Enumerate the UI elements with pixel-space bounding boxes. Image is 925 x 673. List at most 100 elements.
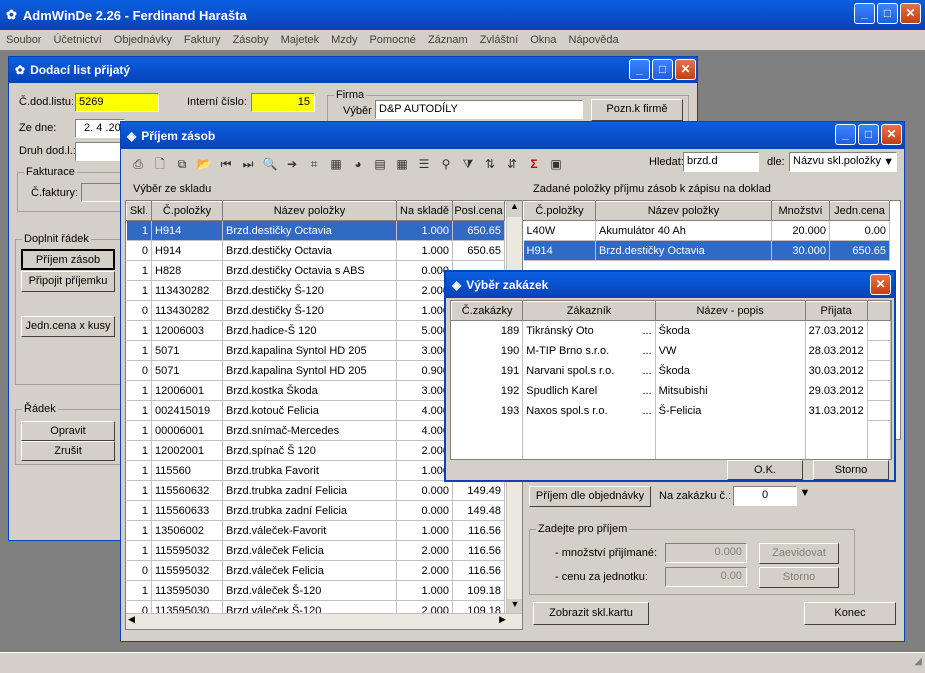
prijem-zasob-button[interactable]: Příjem zásob xyxy=(21,249,115,270)
zakazky-column-header[interactable]: Č.zakázky xyxy=(451,301,524,321)
table-row[interactable]: 1 115560633 Brzd.trubka zadní Felicia 0.000… xyxy=(126,500,505,521)
dodaci-maximize-button[interactable]: □ xyxy=(652,59,673,80)
interni-field[interactable]: 15 xyxy=(251,93,315,112)
list-icon[interactable]: ☰ xyxy=(414,154,434,174)
sklad-column-header[interactable]: Č.položky xyxy=(151,201,223,221)
table-row[interactable]: 191 Narvani spol.s r.o.... Škoda 30.03.2012 xyxy=(451,360,891,381)
menu-item[interactable]: Majetek xyxy=(275,34,326,46)
menu-item[interactable]: Zvláštní xyxy=(474,34,525,46)
table-row[interactable]: 0 H914 Brzd.destičky Octavia 1.000 650.65 xyxy=(126,240,505,261)
scroll-up-icon[interactable]: ▲ xyxy=(507,201,522,217)
new-document-icon[interactable]: 🗋 xyxy=(150,154,170,174)
menu-item[interactable]: Účetnictví xyxy=(47,34,107,46)
select-icon[interactable]: ⌗ xyxy=(304,154,324,174)
app-minimize-button[interactable]: _ xyxy=(854,3,875,24)
pozn-firme-button[interactable]: Pozn.k firmě xyxy=(591,99,683,121)
app-maximize-button[interactable]: □ xyxy=(877,3,898,24)
report-icon[interactable]: ▤ xyxy=(370,154,390,174)
table-row[interactable]: 1 113595030 Brzd.váleček Š-120 1.000 109.18 xyxy=(126,580,505,601)
table-row[interactable]: 1 115595032 Brzd.váleček Felicia 2.000 116.5… xyxy=(126,540,505,561)
zakazky-storno-button[interactable]: Storno xyxy=(813,460,889,480)
sklad-hscrollbar[interactable]: ◀ ▶ xyxy=(126,613,522,629)
zadane-column-header[interactable]: Název položky xyxy=(595,201,772,221)
table-row[interactable]: L40W Akumulátor 40 Ah 20.000 0.00 xyxy=(523,220,890,241)
menu-item[interactable]: Záznam xyxy=(422,34,474,46)
zakazky-column-header[interactable]: Zákazník xyxy=(522,301,656,321)
sklad-column-header[interactable]: Na skladě xyxy=(396,201,453,221)
print-icon[interactable]: ⎙ xyxy=(128,154,148,174)
pripojit-prijemku-button[interactable]: Připojit příjemku xyxy=(21,271,115,292)
table-row[interactable]: 0 115595032 Brzd.váleček Felicia 2.000 116.5… xyxy=(126,560,505,581)
jedn-cena-button[interactable]: Jedn.cena x kusy xyxy=(21,316,115,337)
druh-field[interactable] xyxy=(75,142,125,161)
export-icon[interactable]: ▦ xyxy=(326,154,346,174)
zadane-column-header[interactable]: Množství xyxy=(771,201,830,221)
table-row[interactable]: 193 Naxos spol.s r.o.... Š-Felicia 31.03.20… xyxy=(451,400,891,421)
table-row[interactable]: 190 M-TIP Brno s.r.o.... VW 28.03.2012 xyxy=(451,340,891,361)
zakazky-ok-button[interactable]: O.K. xyxy=(727,460,803,480)
sort-asc-icon[interactable]: ⇅ xyxy=(480,154,500,174)
hledat-field[interactable]: brzd.d xyxy=(683,152,759,172)
konec-button[interactable]: Konec xyxy=(804,602,896,625)
pie-chart-icon[interactable]: ◕ xyxy=(348,154,368,174)
cfaktury-field[interactable] xyxy=(81,183,121,202)
na-zakazku-dropdown-icon[interactable]: ▼ xyxy=(797,487,813,505)
menu-item[interactable]: Objednávky xyxy=(108,34,178,46)
firma-vyber-field[interactable]: D&P AUTODÍLY xyxy=(375,100,583,119)
calculator-icon[interactable]: ▣ xyxy=(546,154,566,174)
sklad-column-header[interactable]: Posl.cena xyxy=(452,201,505,221)
first-record-icon[interactable]: ⏮ xyxy=(216,154,236,174)
zobrazit-skl-kartu-button[interactable]: Zobrazit skl.kartu xyxy=(533,602,649,625)
menu-item[interactable]: Pomocné xyxy=(363,34,421,46)
zedne-field[interactable]: 2. 4 .20 xyxy=(75,119,125,138)
prijem-dle-objednavky-button[interactable]: Příjem dle objednávky xyxy=(529,486,651,507)
resize-grip-icon[interactable]: ◢ xyxy=(914,656,922,667)
binoculars-icon[interactable]: ⚲ xyxy=(436,154,456,174)
zakazky-grid[interactable]: Č.zakázky Zákazník Název - popis Přijata 18… xyxy=(450,300,892,460)
cena-field[interactable]: 0.00 xyxy=(665,567,747,587)
prijem-minimize-button[interactable]: _ xyxy=(835,124,856,145)
zadane-column-header[interactable]: Č.položky xyxy=(523,201,596,221)
na-zakazku-field[interactable]: 0 xyxy=(733,486,797,506)
dle-select[interactable]: Názvu skl.položky ▼ xyxy=(789,152,897,172)
filter-icon[interactable]: ⧩ xyxy=(458,154,478,174)
storno-prijem-button[interactable]: Storno xyxy=(759,567,839,588)
mnozstvi-field[interactable]: 0.000 xyxy=(665,543,747,563)
table-icon[interactable]: ▦ xyxy=(392,154,412,174)
zakazky-close-button[interactable]: ✕ xyxy=(870,274,891,295)
zrusit-button[interactable]: Zrušit xyxy=(21,441,115,461)
zadane-column-header[interactable]: Jedn.cena xyxy=(829,201,890,221)
zaevidovat-button[interactable]: Zaevidovat xyxy=(759,543,839,564)
search-icon[interactable]: 🔍 xyxy=(260,154,280,174)
copy-icon[interactable]: ⧉ xyxy=(172,154,192,174)
dodaci-minimize-button[interactable]: _ xyxy=(629,59,650,80)
menu-item[interactable]: Faktury xyxy=(178,34,227,46)
table-row[interactable]: H914 Brzd.destičky Octavia 30.000 650.65 xyxy=(523,240,890,261)
scroll-right-icon[interactable]: ▶ xyxy=(499,614,506,625)
opravit-button[interactable]: Opravit xyxy=(21,421,115,441)
menu-item[interactable]: Zásoby xyxy=(227,34,275,46)
menu-item[interactable]: Okna xyxy=(524,34,562,46)
sum-icon[interactable]: Σ xyxy=(524,154,544,174)
menu-item[interactable]: Nápověda xyxy=(563,34,625,46)
prijem-maximize-button[interactable]: □ xyxy=(858,124,879,145)
menu-item[interactable]: Soubor xyxy=(0,34,47,46)
dodaci-close-button[interactable]: ✕ xyxy=(675,59,696,80)
arrow-right-icon[interactable]: ➔ xyxy=(282,154,302,174)
app-close-button[interactable]: ✕ xyxy=(900,3,921,24)
table-row[interactable]: 189 Tikránský Oto... Škoda 27.03.2012 xyxy=(451,320,891,341)
open-folder-icon[interactable]: 📂 xyxy=(194,154,214,174)
zakazky-column-header[interactable]: Přijata xyxy=(804,301,868,321)
prijem-close-button[interactable]: ✕ xyxy=(881,124,902,145)
table-row[interactable]: 1 H914 Brzd.destičky Octavia 1.000 650.65 xyxy=(126,220,505,241)
menu-item[interactable]: Mzdy xyxy=(325,34,363,46)
table-row[interactable]: 1 115560632 Brzd.trubka zadní Felicia 0.000… xyxy=(126,480,505,501)
sklad-column-header[interactable]: Název položky xyxy=(222,201,397,221)
zakazky-column-header[interactable]: Název - popis xyxy=(654,301,806,321)
table-row[interactable]: 192 Spudlich Karel... Mitsubishi 29.03.2012 xyxy=(451,380,891,401)
last-record-icon[interactable]: ⏭ xyxy=(238,154,258,174)
table-row[interactable]: 1 13506002 Brzd.váleček-Favorit 1.000 116.56 xyxy=(126,520,505,541)
sklad-column-header[interactable]: Skl. xyxy=(126,201,152,221)
sort-desc-icon[interactable]: ⇵ xyxy=(502,154,522,174)
cdod-field[interactable]: 5269 xyxy=(75,93,159,112)
